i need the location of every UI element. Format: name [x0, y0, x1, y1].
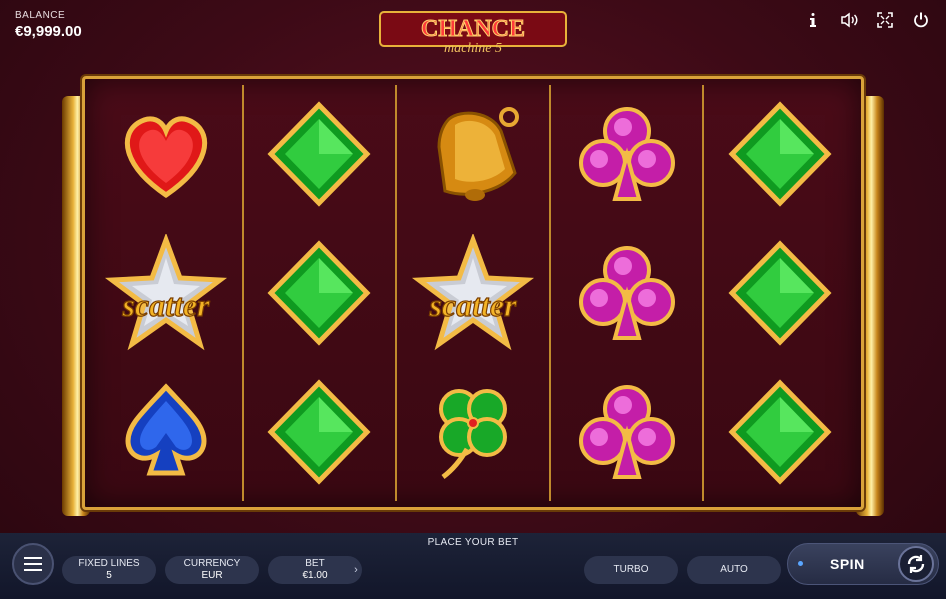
slot-machine: scatter scatter	[82, 76, 864, 510]
bell-symbol	[397, 85, 549, 224]
diamond-symbol	[244, 85, 396, 224]
diamond-symbol	[704, 85, 856, 224]
scatter-icon: scatter	[104, 234, 227, 351]
heart-icon	[124, 116, 207, 199]
fixed-lines-display: FIXED LINES 5	[62, 556, 156, 584]
balance-display: BALANCE €9,999.00	[15, 10, 82, 40]
club-symbol	[551, 85, 703, 224]
clover-symbol	[397, 362, 549, 501]
balance-label: BALANCE	[15, 10, 66, 21]
scatter-label: scatter	[428, 287, 517, 323]
diamond-symbol	[244, 362, 396, 501]
turbo-button[interactable]: TURBO	[584, 556, 678, 584]
diamond-icon	[267, 379, 371, 485]
club-icon	[578, 107, 675, 202]
reel-5	[704, 85, 856, 501]
bet-label: BET	[305, 558, 325, 569]
club-icon	[578, 246, 675, 340]
diamond-icon	[267, 240, 371, 346]
auto-button[interactable]: AUTO	[687, 556, 781, 584]
club-symbol	[551, 362, 703, 501]
spin-button[interactable]: SPIN	[787, 543, 939, 585]
reel-3: scatter	[397, 85, 551, 501]
info-icon[interactable]	[802, 10, 824, 30]
scatter-icon: scatter	[411, 234, 535, 351]
diamond-symbol	[704, 224, 856, 363]
top-toolbar	[802, 10, 932, 30]
scatter-symbol: scatter	[90, 224, 242, 363]
currency-value: EUR	[201, 570, 223, 581]
scatter-label: scatter	[121, 287, 210, 323]
fixed-lines-label: FIXED LINES	[78, 558, 140, 569]
spade-symbol	[90, 362, 242, 501]
currency-display[interactable]: CURRENCY EUR	[165, 556, 259, 584]
sound-icon[interactable]	[838, 10, 860, 30]
diamond-icon	[728, 240, 832, 346]
diamond-symbol	[704, 362, 856, 501]
bet-value: €1.00	[302, 570, 328, 581]
menu-button[interactable]	[12, 543, 54, 585]
reel-4	[551, 85, 705, 501]
heart-symbol	[90, 85, 242, 224]
currency-label: CURRENCY	[183, 558, 241, 569]
bell-icon	[437, 107, 519, 202]
logo-line2: machine 5	[444, 41, 502, 54]
hamburger-icon	[24, 557, 42, 571]
fixed-lines-value: 5	[106, 570, 112, 581]
auto-label: AUTO	[720, 564, 748, 575]
balance-value: €9,999.00	[15, 23, 82, 40]
club-icon	[578, 384, 675, 479]
diamond-icon	[728, 379, 832, 485]
diamond-symbol	[244, 224, 396, 363]
diamond-icon	[267, 101, 371, 207]
reel-2	[244, 85, 398, 501]
diamond-icon	[728, 101, 832, 207]
spin-label: SPIN	[830, 556, 865, 572]
game-logo: CHANCE machine 5	[379, 11, 567, 54]
spade-icon	[125, 382, 207, 476]
spin-circle	[898, 546, 934, 582]
bet-increase-button[interactable]: ›	[348, 556, 364, 584]
club-symbol	[551, 224, 703, 363]
clover-icon	[438, 388, 507, 479]
reels-area: scatter scatter	[90, 85, 856, 501]
spin-indicator-dot	[798, 561, 803, 566]
reel-1: scatter	[90, 85, 244, 501]
power-icon[interactable]	[910, 10, 932, 30]
logo-line1: CHANCE	[421, 16, 525, 42]
fullscreen-icon[interactable]	[874, 10, 896, 30]
refresh-icon	[907, 555, 925, 573]
scatter-symbol: scatter	[397, 224, 549, 363]
turbo-label: TURBO	[613, 564, 649, 575]
